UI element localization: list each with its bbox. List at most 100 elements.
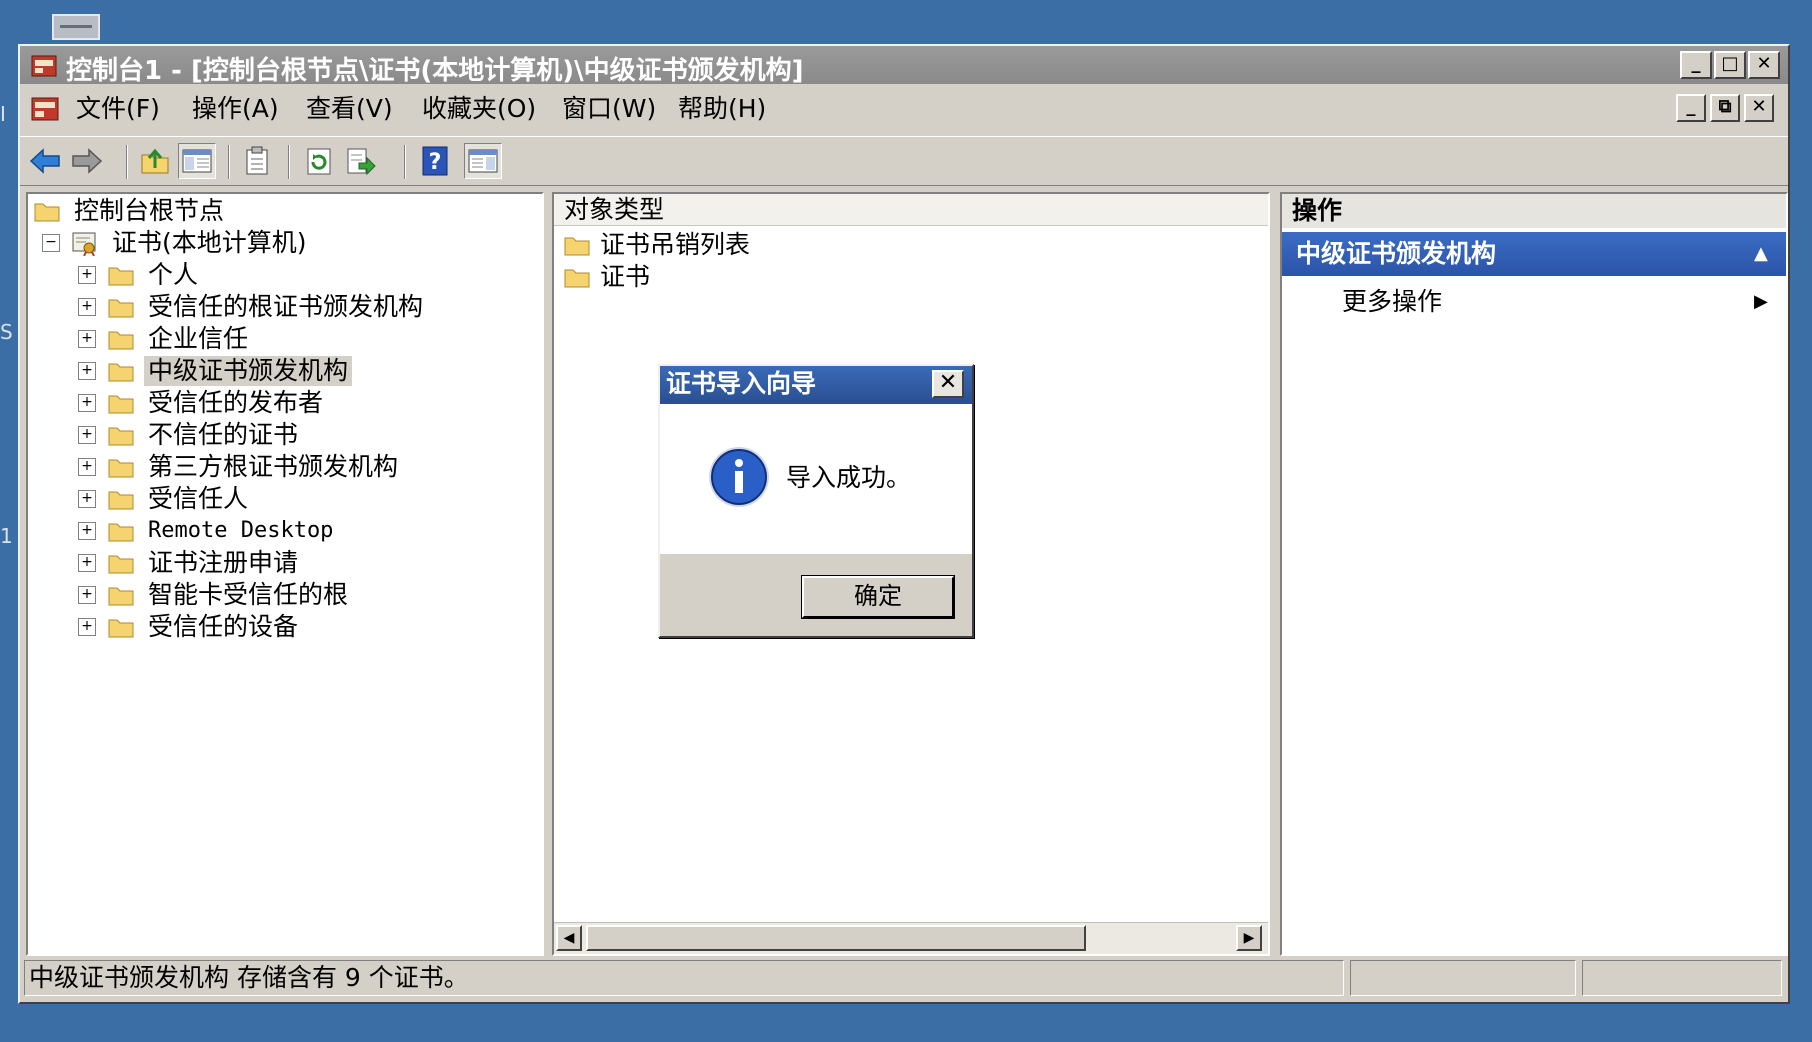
expand-icon[interactable]: + [78, 426, 96, 444]
tree-item[interactable]: + Remote Desktop [78, 516, 337, 546]
expand-icon[interactable]: + [78, 458, 96, 476]
show-hide-tree-icon[interactable] [178, 143, 216, 179]
desktop-icon[interactable] [52, 14, 100, 40]
tree-label: 控制台根节点 [74, 196, 225, 225]
expand-icon[interactable]: + [78, 298, 96, 316]
dialog-title: 证书导入向导 [666, 369, 817, 398]
collapse-icon[interactable]: − [42, 234, 60, 252]
up-folder-icon[interactable] [136, 143, 174, 179]
folder-icon [108, 331, 134, 350]
status-text: 中级证书颁发机构 存储含有 9 个证书。 [24, 960, 1344, 996]
export-list-icon[interactable] [342, 143, 380, 179]
mmc-app-icon [31, 55, 57, 77]
menu-help[interactable]: 帮助(H) [678, 93, 766, 125]
tree-item[interactable]: + 智能卡受信任的根 [78, 580, 352, 610]
refresh-icon[interactable] [300, 143, 338, 179]
more-actions-item[interactable]: 更多操作 [1342, 284, 1442, 320]
tree-item[interactable]: + 受信任的根证书颁发机构 [78, 292, 427, 322]
mdi-restore-button[interactable]: ⧉ [1710, 94, 1740, 122]
list-item-label: 证书吊销列表 [600, 230, 751, 259]
expand-icon[interactable]: + [78, 330, 96, 348]
certificate-store-icon [72, 232, 96, 256]
back-arrow-icon[interactable] [26, 143, 64, 179]
expand-icon[interactable]: + [78, 586, 96, 604]
forward-arrow-icon[interactable] [68, 143, 106, 179]
tree-item[interactable]: + 不信任的证书 [78, 420, 302, 450]
horizontal-scrollbar[interactable]: ◀ ▶ [554, 922, 1268, 954]
properties-icon[interactable] [238, 143, 276, 179]
list-item[interactable]: 证书 [564, 262, 650, 292]
list-item[interactable]: 证书吊销列表 [564, 230, 750, 260]
tree-item-label: 个人 [148, 260, 199, 289]
title-bar[interactable]: 控制台1 - [控制台根节点\证书(本地计算机)\中级证书颁发机构] _ □ ✕ [20, 46, 1788, 86]
tree-item-label: 证书注册申请 [148, 548, 299, 577]
menu-file[interactable]: 文件(F) [76, 93, 160, 125]
help-icon[interactable]: ? [416, 143, 454, 179]
status-cell-empty [1350, 960, 1576, 996]
import-success-dialog: 证书导入向导 ✕ 导入成功。 确定 [658, 364, 974, 638]
expand-icon[interactable]: + [78, 362, 96, 380]
scroll-left-button[interactable]: ◀ [556, 925, 582, 951]
tree-item-label: 第三方根证书颁发机构 [148, 452, 399, 481]
maximize-button[interactable]: □ [1714, 51, 1746, 79]
toolbar-separator [288, 145, 290, 179]
tree-item[interactable]: + 中级证书颁发机构 [78, 356, 353, 386]
status-cell-empty [1582, 960, 1782, 996]
menu-bar: 文件(F) 操作(A) 查看(V) 收藏夹(O) 窗口(W) 帮助(H) _ ⧉… [20, 88, 1788, 130]
folder-icon [108, 491, 134, 510]
mdi-minimize-button[interactable]: _ [1676, 94, 1706, 122]
tree-root[interactable]: 控制台根节点 [34, 196, 228, 226]
action-section-intermediate-ca[interactable]: 中级证书颁发机构 ▲ [1282, 232, 1786, 276]
status-bar: 中级证书颁发机构 存储含有 9 个证书。 [24, 960, 1786, 996]
tree-item[interactable]: + 第三方根证书颁发机构 [78, 452, 402, 482]
tree-item[interactable]: + 受信任的设备 [78, 612, 302, 642]
scroll-thumb[interactable] [586, 925, 1086, 951]
scroll-right-button[interactable]: ▶ [1236, 925, 1262, 951]
folder-icon [108, 299, 134, 318]
minimize-button[interactable]: _ [1680, 51, 1712, 79]
dialog-title-bar[interactable]: 证书导入向导 [660, 366, 972, 404]
mdi-close-button[interactable]: ✕ [1744, 94, 1774, 122]
tree-item[interactable]: + 个人 [78, 260, 202, 290]
column-header-object-type[interactable]: 对象类型 [554, 194, 1268, 226]
toolbar-separator [126, 145, 128, 179]
tree-item-label: Remote Desktop [148, 518, 334, 543]
folder-icon [108, 363, 134, 382]
expand-icon[interactable]: + [78, 554, 96, 572]
tree-item[interactable]: + 受信任人 [78, 484, 252, 514]
folder-icon [108, 267, 134, 286]
folder-icon [108, 395, 134, 414]
folder-icon [108, 427, 134, 446]
dialog-close-button[interactable]: ✕ [932, 370, 964, 398]
information-icon [709, 447, 769, 507]
expand-icon[interactable]: + [78, 618, 96, 636]
tree-item-label: 不信任的证书 [148, 420, 299, 449]
folder-icon [108, 459, 134, 478]
tree-item[interactable]: + 受信任的发布者 [78, 388, 327, 418]
console-icon[interactable] [30, 94, 60, 122]
console-tree[interactable]: 控制台根节点 − 证书(本地计算机) + 个人 + 受信任的根证书颁发机构 + 企业信任 +… [26, 192, 544, 956]
action-pane: 操作 中级证书颁发机构 ▲ 更多操作 ▶ [1280, 192, 1788, 956]
tree-item[interactable]: + 企业信任 [78, 324, 252, 354]
menu-window[interactable]: 窗口(W) [562, 93, 656, 125]
folder-icon [108, 587, 134, 606]
close-button[interactable]: ✕ [1748, 51, 1780, 79]
collapse-up-icon[interactable]: ▲ [1754, 232, 1768, 276]
desktop-edge-glyph: I [0, 102, 6, 126]
ok-button[interactable]: 确定 [801, 575, 955, 619]
expand-icon[interactable]: + [78, 522, 96, 540]
submenu-arrow-icon[interactable]: ▶ [1754, 284, 1768, 320]
tree-store[interactable]: − 证书(本地计算机) [42, 228, 311, 258]
expand-icon[interactable]: + [78, 394, 96, 412]
menu-view[interactable]: 查看(V) [306, 93, 393, 125]
menu-favorites[interactable]: 收藏夹(O) [422, 93, 536, 125]
action-section-label: 中级证书颁发机构 [1296, 239, 1497, 268]
show-action-pane-icon[interactable] [464, 143, 502, 179]
folder-icon [108, 555, 134, 574]
tree-item-label: 受信任的发布者 [148, 388, 324, 417]
expand-icon[interactable]: + [78, 266, 96, 284]
menu-action[interactable]: 操作(A) [192, 93, 279, 125]
folder-icon [34, 203, 60, 222]
expand-icon[interactable]: + [78, 490, 96, 508]
tree-item[interactable]: + 证书注册申请 [78, 548, 302, 578]
